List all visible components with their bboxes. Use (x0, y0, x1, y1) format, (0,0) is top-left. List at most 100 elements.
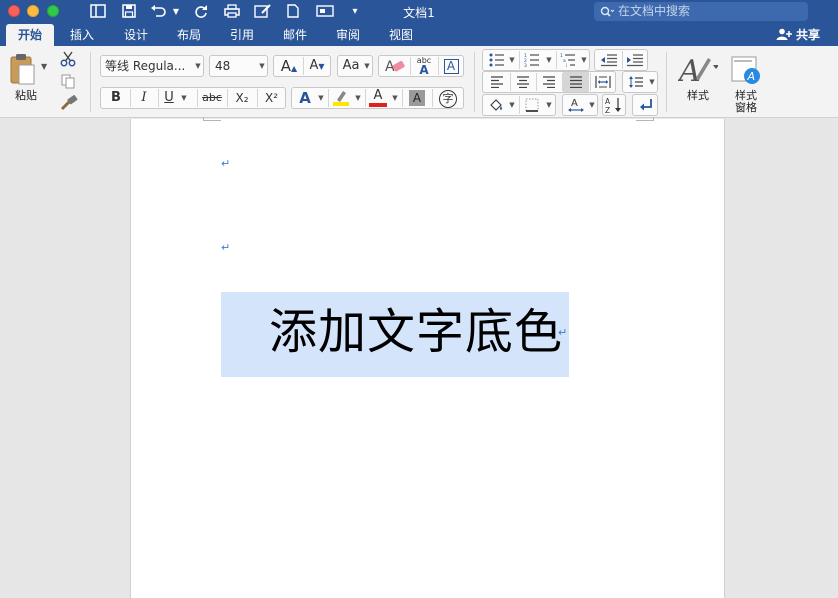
phonetic-guide-button[interactable]: abc A (411, 56, 437, 77)
asian-layout-button[interactable]: A ▼ (562, 94, 598, 116)
clipboard-icon (8, 54, 36, 90)
numbering-dropdown-icon[interactable]: ▼ (544, 50, 554, 70)
sort-button[interactable]: AZ (602, 94, 626, 116)
char-shading-button[interactable]: A (404, 88, 430, 108)
align-center-icon (516, 76, 530, 91)
tab-mailings[interactable]: 邮件 (273, 24, 317, 46)
highlight-button[interactable] (329, 88, 353, 108)
document-canvas: ↵ ↵ 添加文字底色 ↵ (0, 117, 838, 598)
edit-document-icon[interactable] (252, 3, 274, 21)
align-center-button[interactable] (511, 72, 535, 92)
document-text[interactable]: 添加文字底色 (269, 302, 563, 362)
text-effects-dropdown-icon[interactable]: ▼ (316, 88, 326, 108)
copy-icon[interactable] (60, 73, 76, 93)
bullet-list-icon (489, 53, 505, 70)
sidebar-toggle-icon[interactable] (88, 3, 108, 21)
shading-dropdown-icon[interactable]: ▼ (507, 95, 517, 115)
multilevel-dropdown-icon[interactable]: ▼ (579, 50, 589, 70)
borders-icon (525, 98, 539, 115)
redo-icon[interactable] (191, 3, 211, 21)
tab-review[interactable]: 审阅 (326, 24, 370, 46)
svg-text:A: A (747, 70, 756, 83)
enclose-char-button[interactable]: 字 (433, 88, 463, 108)
grow-font-icon: A (280, 57, 292, 75)
tab-references[interactable]: 引用 (220, 24, 264, 46)
align-left-button[interactable] (485, 72, 509, 92)
decrease-indent-button[interactable] (597, 50, 621, 70)
numbering-button[interactable]: 123 (520, 50, 544, 70)
cut-icon[interactable] (60, 51, 76, 71)
maximize-window-button[interactable] (47, 5, 59, 17)
superscript-button[interactable]: X² (258, 88, 285, 108)
underline-dropdown-icon[interactable]: ▼ (179, 88, 189, 108)
undo-icon[interactable] (148, 3, 170, 21)
close-window-button[interactable] (8, 5, 20, 17)
underline-button[interactable]: U (159, 88, 179, 108)
distributed-icon (595, 76, 611, 92)
minimize-window-button[interactable] (27, 5, 39, 17)
document-page[interactable]: ↵ ↵ 添加文字底色 ↵ (130, 117, 725, 598)
strikethrough-button[interactable]: abc (198, 88, 226, 108)
justify-button[interactable] (563, 72, 589, 92)
font-size-select[interactable]: 48 ▼ (209, 55, 268, 77)
distributed-button[interactable] (591, 72, 615, 92)
char-border-button[interactable]: A (439, 56, 463, 76)
clear-formatting-button[interactable]: A (381, 56, 409, 76)
align-right-icon (542, 76, 556, 91)
tab-view[interactable]: 视图 (379, 24, 423, 46)
bullets-button[interactable] (485, 50, 509, 70)
tab-design[interactable]: 设计 (114, 24, 158, 46)
show-formatting-button[interactable] (632, 94, 658, 116)
tab-home[interactable]: 开始 (6, 24, 54, 46)
styles-gallery-button[interactable]: A (676, 52, 719, 89)
share-button[interactable]: 共享 (776, 24, 820, 46)
divider (402, 89, 403, 107)
grow-arrow-icon: ▲ (291, 64, 298, 73)
line-spacing-button[interactable]: ▼ (622, 71, 658, 93)
text-effects-button[interactable]: A (294, 88, 316, 108)
share-label: 共享 (795, 28, 820, 42)
alignment-group (482, 71, 616, 93)
paste-button[interactable] (8, 52, 36, 86)
picture-in-text-icon[interactable] (314, 3, 336, 21)
decrease-indent-icon (600, 54, 618, 70)
format-painter-icon[interactable] (60, 95, 78, 115)
highlight-dropdown-icon[interactable]: ▼ (353, 88, 363, 108)
paragraph-mark-icon (635, 95, 657, 115)
borders-dropdown-icon[interactable]: ▼ (544, 95, 554, 115)
tab-insert[interactable]: 插入 (60, 24, 104, 46)
align-right-button[interactable] (537, 72, 561, 92)
print-icon[interactable] (222, 3, 242, 21)
italic-button[interactable]: I (131, 88, 157, 108)
paragraph-shading-button[interactable] (485, 95, 507, 115)
font-color-dropdown-icon[interactable]: ▼ (390, 88, 400, 108)
save-icon[interactable] (119, 3, 139, 21)
search-placeholder: 在文档中搜索 (618, 4, 691, 18)
paste-dropdown-icon[interactable]: ▼ (41, 62, 47, 71)
change-case-button[interactable]: Aa ▼ (337, 55, 373, 77)
change-case-icon: Aa (342, 58, 360, 73)
font-color-button[interactable]: A (366, 88, 390, 108)
numbered-list-icon: 123 (524, 53, 540, 70)
page-corner-mark-right (636, 117, 654, 121)
bullets-dropdown-icon[interactable]: ▼ (507, 50, 517, 70)
bold-button[interactable]: B (103, 88, 129, 108)
shrink-font-button[interactable]: A▼ (304, 56, 330, 76)
styles-pane-button[interactable]: A (730, 54, 764, 86)
subscript-button[interactable]: X₂ (228, 88, 256, 108)
increase-indent-icon (626, 54, 644, 70)
tab-layout[interactable]: 布局 (167, 24, 211, 46)
font-name-select[interactable]: 等线 Regula... ▼ (100, 55, 204, 77)
multilevel-list-button[interactable]: 1ai (557, 50, 579, 70)
new-document-icon[interactable] (284, 3, 302, 21)
search-input[interactable]: 在文档中搜索 (594, 2, 808, 21)
undo-dropdown-icon[interactable]: ▼ (171, 3, 181, 21)
group-separator (666, 52, 667, 112)
title-bar: ▼ ▾ 文档1 在文档中搜索 (0, 0, 838, 24)
font-style-group: B I U ▼ abc X₂ X² (100, 87, 286, 109)
increase-indent-button[interactable] (623, 50, 647, 70)
customize-toolbar-icon[interactable]: ▾ (348, 3, 362, 21)
grow-font-button[interactable]: A▲ (276, 56, 302, 76)
asian-layout-icon: A (565, 95, 587, 115)
borders-button[interactable] (520, 95, 544, 115)
